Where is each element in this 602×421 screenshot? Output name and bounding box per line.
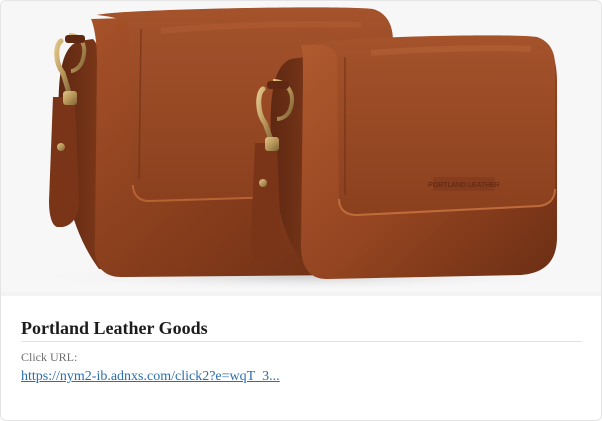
small-bag: PORTLAND LEATHER — [251, 35, 557, 279]
ad-card: PORTLAND LEATHER Portland Leather Goods … — [0, 0, 602, 421]
ad-title: Portland Leather Goods — [21, 318, 208, 338]
title-divider — [21, 341, 582, 342]
image-divider — [1, 292, 601, 296]
click-url-label: Click URL: — [21, 350, 78, 364]
click-url-link[interactable]: https://nym2-ib.adnxs.com/click2?e=wqT_3… — [21, 368, 280, 386]
product-image[interactable]: PORTLAND LEATHER — [1, 1, 601, 292]
brand-stamp: PORTLAND LEATHER — [428, 182, 500, 189]
leather-bags-illustration: PORTLAND LEATHER — [31, 7, 571, 291]
